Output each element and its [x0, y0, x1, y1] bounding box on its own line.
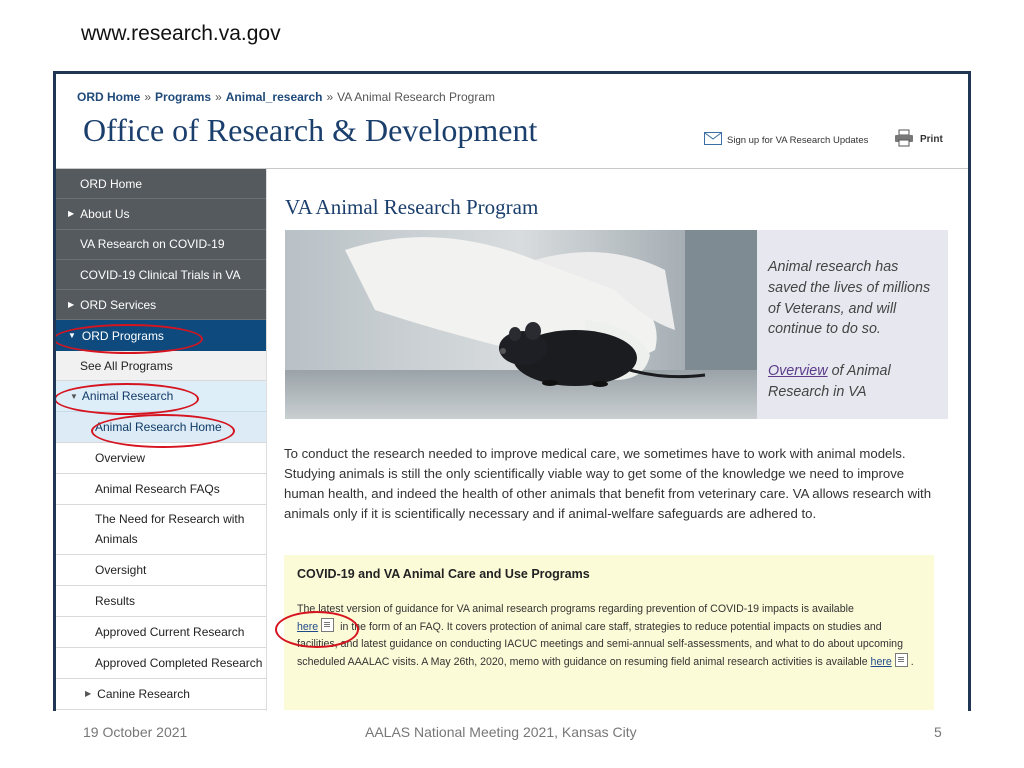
sidebar-item-see-all-programs[interactable]: See All Programs: [56, 350, 266, 382]
main-content: VA Animal Research Program Animal resear…: [284, 169, 964, 711]
sidebar-item-approved-completed-research[interactable]: Approved Completed Research: [56, 647, 266, 679]
sidebar-item-label: Approved Current Research: [95, 624, 245, 639]
sidebar-item-ord-home[interactable]: ORD Home: [56, 169, 266, 200]
sidebar-item-label: Animal Research Home: [95, 419, 222, 434]
hero-quote: Animal research has saved the lives of m…: [768, 259, 931, 338]
footer-date: 19 October 2021: [83, 724, 188, 740]
sidebar-item-need-for-research[interactable]: The Need for Research with Animals: [56, 504, 266, 555]
sidebar-item-label: Overview: [95, 450, 146, 465]
sidebar-item-label: Animal Research FAQs: [95, 481, 220, 496]
mouse-photo: [285, 230, 757, 419]
browser-screenshot: ORD Home» Programs» Animal_research» VA Ani…: [53, 71, 971, 711]
covid-text-3: .: [910, 656, 914, 668]
sidebar-item-about-us[interactable]: ▶ About Us: [56, 199, 266, 230]
sidebar-item-label: Approved Completed Research: [95, 655, 263, 670]
sidebar-item-label: Canine Research: [97, 686, 190, 701]
sidebar-item-label: ORD Services: [80, 297, 157, 312]
breadcrumb-separator: »: [215, 90, 222, 104]
sidebar-item-label: Results: [95, 593, 136, 608]
caret-right-icon: ▶: [85, 689, 92, 699]
sidebar-item-label: ORD Programs: [81, 328, 164, 343]
sidebar-item-approved-current-research[interactable]: Approved Current Research: [56, 616, 266, 648]
document-icon: [321, 618, 335, 632]
breadcrumb-ord-home[interactable]: ORD Home: [77, 90, 140, 104]
overview-link[interactable]: Overview: [768, 363, 828, 379]
caret-down-icon: ▼: [68, 331, 76, 341]
sidebar-item-va-research-covid[interactable]: VA Research on COVID-19: [56, 229, 266, 260]
sidebar-item-results[interactable]: Results: [56, 585, 266, 617]
sidebar-item-label: ORD Home: [80, 176, 143, 191]
sidebar-item-covid-clinical-trials[interactable]: COVID-19 Clinical Trials in VA: [56, 259, 266, 291]
sidebar-item-overview[interactable]: Overview: [56, 442, 266, 474]
covid-text-1: The latest version of guidance for VA an…: [297, 603, 854, 615]
hero-callout: Animal research has saved the lives of m…: [768, 257, 938, 403]
caret-right-icon: ▶: [68, 209, 75, 219]
page-title: VA Animal Research Program: [285, 195, 539, 219]
breadcrumb-programs[interactable]: Programs: [155, 90, 211, 104]
sidebar-item-label: About Us: [80, 206, 130, 221]
sidebar-item-label: COVID-19 Clinical Trials in VA: [80, 267, 241, 282]
print-label: Print: [920, 134, 943, 145]
covid-notice-title: COVID-19 and VA Animal Care and Use Prog…: [297, 567, 590, 581]
sidebar-item-canine-research[interactable]: ▶ Canine Research: [56, 678, 266, 710]
covid-text-2: in the form of an FAQ. It covers protect…: [297, 621, 903, 668]
sidebar-item-animal-research-faqs[interactable]: Animal Research FAQs: [56, 473, 266, 505]
envelope-icon: [704, 132, 722, 148]
sidebar-item-label: See All Programs: [80, 358, 173, 373]
intro-paragraph: To conduct the research needed to improv…: [284, 446, 932, 521]
sidebar-nav: ORD Home ▶ About Us VA Research on COVID-…: [56, 169, 267, 711]
caret-down-icon: ▼: [70, 391, 78, 401]
sidebar-item-ord-programs[interactable]: ▼ ORD Programs: [56, 320, 266, 351]
printer-icon: [894, 129, 914, 150]
covid-notice-box: COVID-19 and VA Animal Care and Use Prog…: [284, 555, 934, 710]
sidebar-item-oversight[interactable]: Oversight: [56, 554, 266, 586]
sidebar-item-label: Oversight: [95, 562, 147, 577]
footer-event: AALAS National Meeting 2021, Kansas City: [365, 724, 637, 740]
breadcrumb-separator: »: [144, 90, 152, 104]
covid-notice-body: The latest version of guidance for VA an…: [297, 601, 917, 671]
sidebar-item-label: Animal Research: [81, 389, 174, 404]
caret-right-icon: ▶: [68, 300, 75, 310]
memo-here-link[interactable]: here: [871, 656, 892, 668]
print-button[interactable]: Print: [894, 129, 943, 150]
breadcrumb: ORD Home» Programs» Animal_research» VA Ani…: [77, 90, 495, 104]
sidebar-item-label: The Need for Research with Animals: [95, 512, 245, 547]
signup-link[interactable]: Sign up for VA Research Updates: [704, 132, 868, 148]
sidebar-item-animal-research[interactable]: ▼ Animal Research: [56, 381, 266, 412]
hero-banner: Animal research has saved the lives of m…: [285, 230, 948, 419]
faq-here-link[interactable]: here: [297, 621, 318, 633]
pdf-icon: [894, 653, 908, 667]
signup-label: Sign up for VA Research Updates: [727, 134, 869, 146]
slide-url-text: www.research.va.gov: [81, 22, 281, 45]
breadcrumb-current: VA Animal Research Program: [337, 90, 496, 104]
sidebar-item-animal-research-home[interactable]: Animal Research Home: [56, 411, 266, 443]
breadcrumb-separator: »: [326, 90, 334, 104]
site-header: ORD Home» Programs» Animal_research» VA Ani…: [56, 74, 968, 169]
site-title[interactable]: Office of Research & Development: [83, 112, 537, 149]
sidebar-item-ord-services[interactable]: ▶ ORD Services: [56, 290, 266, 321]
breadcrumb-animal-research[interactable]: Animal_research: [226, 90, 323, 104]
page-number: 5: [934, 724, 942, 740]
sidebar-item-label: VA Research on COVID-19: [80, 237, 225, 252]
